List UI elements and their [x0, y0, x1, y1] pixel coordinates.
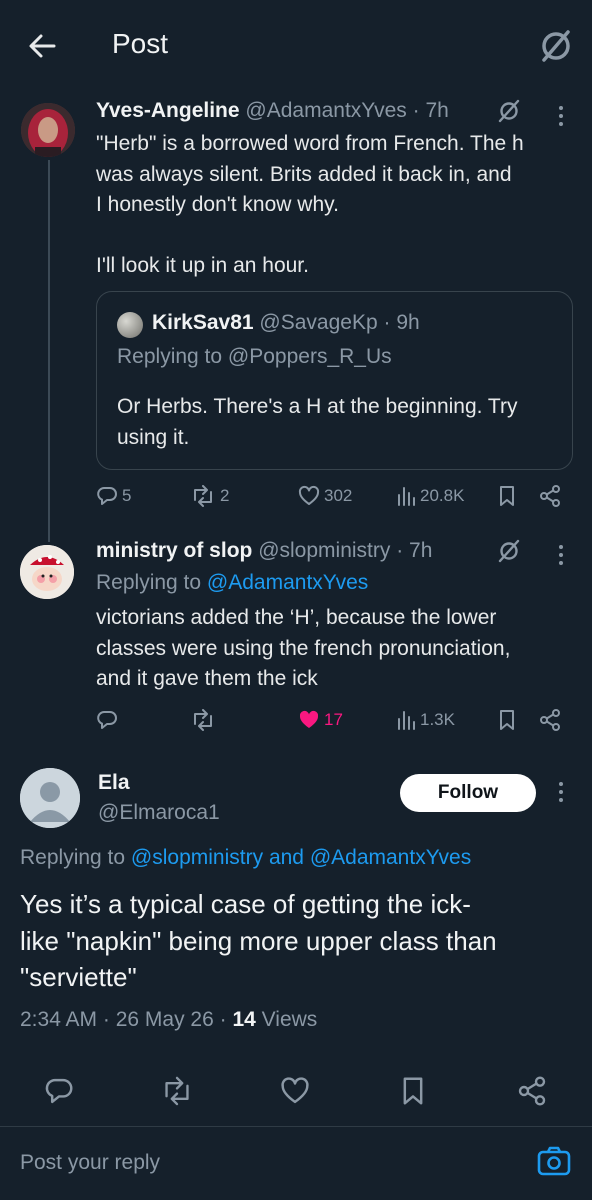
repost-count: 2 [220, 486, 230, 505]
quote-handle: @SavageKp [259, 311, 378, 334]
quote-tweet[interactable]: KirkSav81 @SavageKp · 9h Replying to @Po… [96, 291, 573, 470]
avatar [117, 312, 143, 338]
handle[interactable]: @slopministry [258, 539, 390, 562]
quote-replying-to: Replying to @Poppers_R_Us [117, 345, 392, 369]
grok-icon[interactable] [536, 26, 576, 66]
reply-button[interactable]: 5 [96, 485, 131, 507]
reply-button[interactable] [96, 709, 118, 731]
more-options-icon[interactable] [556, 543, 566, 567]
post-meta: 2:34 AM · 26 May 26 · 14 Views [20, 1008, 317, 1032]
like-count: 17 [324, 710, 343, 729]
bookmark-button[interactable] [400, 1076, 426, 1111]
bookmark-icon [500, 486, 514, 506]
bookmark-icon [403, 1077, 423, 1105]
display-name[interactable]: Ela [98, 771, 130, 795]
more-options-icon[interactable] [556, 104, 566, 128]
views-icon [398, 711, 415, 730]
quote-text: Or Herbs. There's a H at the beginning. … [117, 395, 518, 449]
replying-prefix: Replying to [117, 345, 223, 368]
avatar[interactable] [20, 768, 80, 828]
reply-button[interactable] [44, 1076, 74, 1111]
main-action-bar [0, 1072, 592, 1112]
repost-icon [165, 1076, 189, 1106]
heart-icon [281, 1077, 309, 1104]
replying-to: Replying to @slopministry and @AdamantxY… [20, 846, 471, 870]
replying-handle-link[interactable]: @AdamantxYves [207, 571, 368, 594]
avatar[interactable] [21, 103, 75, 157]
page-title: Post [112, 28, 169, 59]
replying-handle-link[interactable]: @slopministry [131, 846, 263, 869]
views-button[interactable]: 1.3K [396, 709, 455, 731]
replying-and: and [268, 846, 304, 869]
reply-icon [97, 711, 117, 729]
tweet-text: "Herb" is a borrowed word from French. T… [96, 132, 524, 277]
share-button[interactable] [538, 708, 562, 732]
bookmark-button[interactable] [498, 485, 516, 507]
views-count: 1.3K [420, 710, 455, 729]
camera-icon[interactable] [537, 1145, 571, 1182]
views-count: 20.8K [420, 486, 465, 505]
share-button[interactable] [516, 1075, 548, 1112]
like-button[interactable] [280, 1076, 310, 1111]
reply-icon [97, 487, 117, 505]
back-arrow-icon[interactable] [22, 26, 62, 66]
handle[interactable]: @Elmaroca1 [98, 801, 220, 825]
reply-input[interactable] [20, 1146, 500, 1180]
repost-icon [194, 709, 212, 731]
avatar[interactable] [20, 545, 74, 599]
like-button[interactable]: 17 [298, 709, 343, 731]
quote-display-name: KirkSav81 [152, 311, 254, 334]
action-bar: 17 1.3K [0, 707, 592, 735]
repost-icon [194, 485, 212, 507]
tweet-header: ministry of slop @slopministry · 7h [96, 539, 432, 563]
display-name[interactable]: Yves-Angeline [96, 99, 240, 122]
heart-icon [298, 485, 320, 505]
reply-count: 5 [122, 486, 132, 505]
top-bar: Post [0, 0, 592, 92]
bookmark-button[interactable] [498, 709, 516, 731]
like-button[interactable]: 302 [298, 485, 352, 507]
like-count: 302 [324, 486, 353, 505]
views-icon [398, 487, 415, 506]
quote-header: KirkSav81 @SavageKp · 9h [152, 311, 420, 335]
post-text: Yes it’s a typical case of getting the i… [20, 889, 497, 992]
repost-button[interactable] [190, 709, 216, 731]
heart-filled-icon [299, 710, 319, 728]
grok-icon[interactable] [497, 539, 521, 563]
share-button[interactable] [538, 484, 562, 508]
share-icon [518, 1076, 546, 1106]
views-count: 14 [232, 1008, 256, 1031]
repost-button[interactable] [160, 1076, 194, 1111]
replying-prefix: Replying to [96, 571, 202, 594]
replying-handle: @Poppers_R_Us [227, 345, 392, 368]
more-options-icon[interactable] [556, 780, 566, 804]
follow-button[interactable]: Follow [400, 774, 536, 812]
quote-timestamp: · 9h [383, 311, 420, 334]
views-label: Views [261, 1008, 318, 1031]
replying-to: Replying to @AdamantxYves [96, 571, 368, 595]
repost-button[interactable]: 2 [190, 485, 229, 507]
handle[interactable]: @AdamantxYves [245, 99, 406, 122]
divider [0, 1126, 592, 1127]
timestamp: · 7h [412, 99, 449, 122]
share-icon [540, 485, 560, 507]
replying-prefix: Replying to [20, 846, 126, 869]
display-name[interactable]: ministry of slop [96, 539, 252, 562]
bookmark-icon [500, 710, 514, 730]
reply-icon [45, 1078, 73, 1104]
tweet-header: Yves-Angeline @AdamantxYves · 7h [96, 99, 449, 123]
post-time: 2:34 AM [20, 1008, 98, 1031]
tweet-text: victorians added the ‘H’, because the lo… [96, 606, 511, 690]
action-bar: 5 2 302 20.8K [0, 483, 592, 511]
replying-handle-link[interactable]: @AdamantxYves [310, 846, 471, 869]
timestamp: · 7h [396, 539, 433, 562]
post-date: · 26 May 26 · [102, 1008, 227, 1031]
views-button[interactable]: 20.8K [396, 485, 464, 507]
grok-icon[interactable] [497, 99, 521, 123]
share-icon [540, 709, 560, 731]
